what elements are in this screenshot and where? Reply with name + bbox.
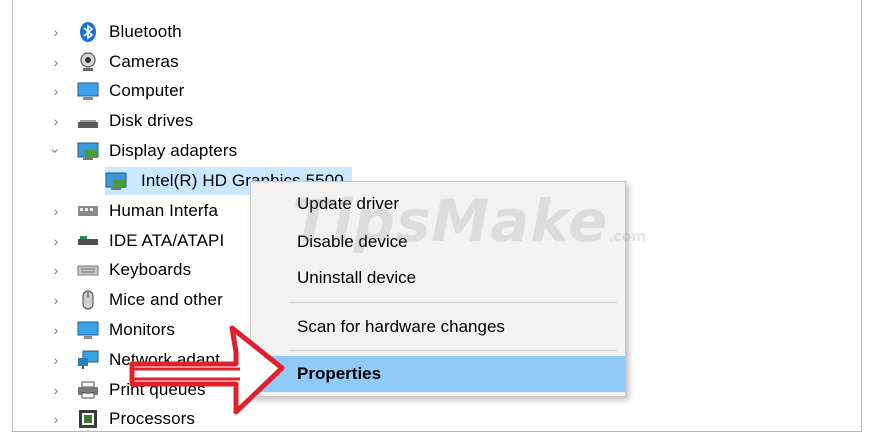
tree-item-ide-ata[interactable]: › IDE ATA/ATAPI	[49, 227, 225, 255]
computer-icon	[77, 81, 99, 101]
chevron-right-icon[interactable]: ›	[49, 83, 63, 99]
tree-item-label: Processors	[109, 409, 196, 428]
menu-separator	[289, 302, 617, 303]
chevron-right-icon[interactable]: ›	[49, 411, 63, 427]
tree-item-display-adapters[interactable]: › Display adapters	[48, 137, 238, 165]
tree-item-label: Bluetooth	[109, 22, 182, 41]
hid-icon	[77, 201, 99, 221]
network-adapter-icon	[77, 350, 99, 370]
tree-item-label: Network adapt	[109, 350, 220, 369]
tree-item-label: IDE ATA/ATAPI	[109, 231, 225, 250]
menu-item-uninstall-device[interactable]: Uninstall device	[251, 260, 625, 296]
tree-item-label: Keyboards	[109, 260, 192, 279]
tree-item-print-queues[interactable]: › Print queues	[49, 376, 206, 404]
menu-item-properties[interactable]: Properties	[251, 356, 625, 392]
tree-item-label: Cameras	[109, 52, 179, 71]
tree-item-label: Monitors	[109, 320, 175, 339]
tree-item-label: Display adapters	[109, 141, 238, 160]
bluetooth-icon	[77, 22, 99, 42]
chevron-down-icon[interactable]: ›	[48, 144, 64, 158]
menu-separator	[289, 350, 617, 351]
monitor-icon	[77, 320, 99, 340]
tree-item-computer[interactable]: › Computer	[49, 77, 184, 105]
chevron-right-icon[interactable]: ›	[49, 292, 63, 308]
menu-item-label: Properties	[297, 364, 382, 383]
tree-item-disk-drives[interactable]: › Disk drives	[49, 107, 193, 135]
disk-drive-icon	[77, 111, 99, 131]
tree-item-processors[interactable]: › Processors	[49, 405, 195, 433]
chevron-right-icon[interactable]: ›	[49, 24, 63, 40]
menu-item-label: Update driver	[297, 194, 400, 213]
printer-icon	[77, 380, 99, 400]
menu-item-label: Scan for hardware changes	[297, 317, 505, 336]
chevron-right-icon[interactable]: ›	[49, 233, 63, 249]
tree-item-label: Mice and other	[109, 290, 223, 309]
tree-item-keyboards[interactable]: › Keyboards	[49, 256, 191, 284]
mouse-icon	[77, 290, 99, 310]
chevron-right-icon[interactable]: ›	[49, 203, 63, 219]
menu-item-scan-hardware[interactable]: Scan for hardware changes	[251, 309, 625, 345]
menu-item-label: Disable device	[297, 232, 408, 251]
chevron-right-icon[interactable]: ›	[49, 54, 63, 70]
tree-item-label: Print queues	[109, 380, 206, 399]
chevron-right-icon[interactable]: ›	[49, 352, 63, 368]
chevron-right-icon[interactable]: ›	[49, 322, 63, 338]
tree-item-label: Human Interfa	[109, 201, 219, 220]
tree-item-label: Disk drives	[109, 111, 194, 130]
tree-item-bluetooth[interactable]: › Bluetooth	[49, 18, 182, 46]
chevron-right-icon[interactable]: ›	[49, 262, 63, 278]
tree-item-human-interface[interactable]: › Human Interfa	[49, 197, 218, 225]
display-adapter-icon	[77, 141, 99, 161]
ide-controller-icon	[77, 231, 99, 251]
processor-icon	[77, 409, 99, 429]
display-adapter-icon	[105, 171, 127, 191]
camera-icon	[77, 52, 99, 72]
context-menu: Update driver Disable device Uninstall d…	[250, 181, 626, 397]
menu-item-update-driver[interactable]: Update driver	[251, 186, 625, 222]
tree-item-monitors[interactable]: › Monitors	[49, 316, 175, 344]
tree-item-label: Computer	[109, 81, 185, 100]
tree-item-cameras[interactable]: › Cameras	[49, 48, 179, 76]
tree-item-mice[interactable]: › Mice and other	[49, 286, 223, 314]
keyboard-icon	[77, 260, 99, 280]
tree-item-network-adapters[interactable]: › Network adapt	[49, 346, 220, 374]
menu-item-disable-device[interactable]: Disable device	[251, 224, 625, 260]
menu-item-label: Uninstall device	[297, 268, 417, 287]
chevron-right-icon[interactable]: ›	[49, 113, 63, 129]
chevron-right-icon[interactable]: ›	[49, 382, 63, 398]
